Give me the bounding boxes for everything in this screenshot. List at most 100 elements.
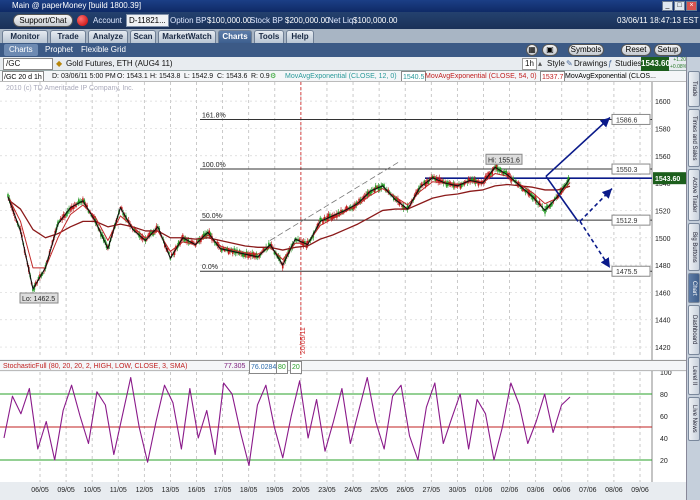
close-button[interactable]: ×	[686, 1, 697, 11]
stock-bp-value: $200,000.00	[285, 16, 330, 25]
drawings-icon: ✎	[566, 59, 573, 68]
y-tick-label: 1500	[655, 236, 671, 243]
window-title-bar: Main @ paperMoney [build 1800.39] _ □ ×	[0, 0, 700, 12]
chart-header: /GC 20 d 1h	[2, 71, 44, 81]
x-tick-label: 08/06	[605, 487, 623, 494]
subtab-charts[interactable]: Charts	[4, 44, 38, 56]
x-tick-label: 26/05	[396, 487, 414, 494]
x-tick-label: 10/05	[83, 487, 101, 494]
stoch-tick-label: 100	[660, 370, 672, 377]
sidebar-tab-chart[interactable]: Chart	[688, 273, 700, 303]
x-tick-label: 20/05	[292, 487, 310, 494]
study-ema12-value: 1540.5	[401, 71, 427, 81]
tab-tools[interactable]: Tools	[254, 30, 284, 43]
maximize-button[interactable]: □	[674, 1, 685, 11]
main-tab-bar: Monitor Trade Analyze Scan MarketWatch C…	[0, 29, 700, 43]
instrument-description: Gold Futures, ETH (AUG4 11)	[66, 59, 173, 68]
sidebar-tab-dashboard[interactable]: Dashboard	[688, 305, 700, 355]
x-tick-label: 17/05	[214, 487, 232, 494]
y-tick-label: 1580	[655, 126, 671, 133]
net-liq-label: Net Liq	[328, 16, 354, 25]
x-tick-label: 12/05	[136, 487, 154, 494]
y-tick-label: 1560	[655, 154, 671, 161]
account-select[interactable]: D-11821...	[126, 14, 169, 27]
reset-button[interactable]: Reset	[621, 44, 651, 56]
drawings-menu[interactable]: Drawings	[574, 58, 607, 70]
study-ema12-label[interactable]: MovAvgExponential (CLOSE, 12, 0)	[285, 71, 397, 81]
y-tick-label: 1460	[655, 290, 671, 297]
study-ema-more-label[interactable]: MovAvgExponential (CLOS...	[565, 71, 656, 81]
current-price-tag-text: 1543.60	[655, 176, 680, 183]
symbols-button[interactable]: Symbols	[568, 44, 604, 56]
tab-trade[interactable]: Trade	[50, 30, 86, 43]
subtab-prophet[interactable]: Prophet	[40, 44, 78, 56]
sidebar-tab-times-and-sales[interactable]: Times and Sales	[688, 109, 700, 167]
sidebar-tab-active-trader[interactable]: Active Trader	[688, 169, 700, 221]
studies-icon: ƒ	[608, 59, 613, 68]
high-label-text: Hi: 1551.6	[488, 157, 520, 164]
x-tick-label: 19/05	[266, 487, 284, 494]
chart-type-icon[interactable]: ▴	[538, 58, 542, 70]
tab-marketwatch[interactable]: MarketWatch	[158, 30, 216, 43]
fib-level-label: 0.0%	[202, 264, 218, 271]
price-change: +1.20 +0.08%	[670, 57, 687, 71]
x-tick-label: 09/05	[57, 487, 75, 494]
right-sidebar: Trade Times and Sales Active Trader Big …	[686, 57, 700, 500]
support-chat-button[interactable]: Support/Chat	[13, 14, 73, 27]
setup-button[interactable]: Setup	[654, 44, 682, 56]
sidebar-tab-big-buttons[interactable]: Big Buttons	[688, 223, 700, 271]
x-tick-label: 25/05	[370, 487, 388, 494]
price-change-abs: +1.20	[673, 57, 686, 63]
tab-help[interactable]: Help	[286, 30, 314, 43]
copyright-text: 2010 (c) TD Ameritrade IP Company, Inc.	[6, 85, 134, 92]
price-chart[interactable]: 2010 (c) TD Ameritrade IP Company, Inc. …	[0, 82, 686, 500]
camera-icon[interactable]: ▣	[542, 44, 558, 56]
minimize-button[interactable]: _	[662, 1, 673, 11]
x-tick-label: 30/05	[449, 487, 467, 494]
fib-level-label: 50.0%	[202, 213, 222, 220]
grid-layout-icon[interactable]: ▦	[526, 44, 538, 56]
stoch-tick-label: 40	[660, 436, 668, 443]
fib-price-tag: 1512.9	[611, 214, 651, 226]
stochastic-legend: StochasticFull (80, 20, 20, 2, HIGH, LOW…	[0, 360, 686, 374]
x-tick-label: 16/05	[188, 487, 206, 494]
y-tick-label: 1420	[655, 345, 671, 352]
chart-toolbar: /GC ◆ Gold Futures, ETH (AUG4 11) 1h ▴ S…	[0, 57, 687, 71]
x-tick-label: 23/05	[318, 487, 336, 494]
tab-monitor[interactable]: Monitor	[2, 30, 48, 43]
y-tick-label: 1440	[655, 318, 671, 325]
ohlc-date: D: 03/06/11 5:00 PM	[52, 73, 116, 80]
x-tick-label: 11/05	[110, 487, 127, 494]
study-ema54-value: 1537.7	[540, 71, 566, 81]
timeframe-select[interactable]: 1h	[522, 58, 537, 70]
fib-price-tag-text: 1475.5	[616, 269, 638, 276]
symbol-input[interactable]: /GC	[3, 58, 53, 70]
study-legend-bar: /GC 20 d 1h D: 03/06/11 5:00 PM O: 1543.…	[0, 71, 686, 82]
study-ema54-label[interactable]: MovAvgExponential (CLOSE, 54, 0)	[425, 71, 537, 81]
sidebar-tab-live-news[interactable]: Live News	[688, 397, 700, 441]
candle-body	[227, 249, 230, 254]
stoch-k-value: 77.305	[224, 363, 246, 370]
tab-charts[interactable]: Charts	[218, 30, 252, 43]
fib-level-label: 100.0%	[202, 162, 226, 169]
stoch-study-label[interactable]: StochasticFull (80, 20, 20, 2, HIGH, LOW…	[3, 361, 187, 372]
x-tick-label: 13/05	[162, 487, 180, 494]
subtab-flexible-grid[interactable]: Flexible Grid	[76, 44, 131, 56]
studies-menu[interactable]: Studies	[615, 58, 642, 70]
record-icon[interactable]	[77, 15, 88, 26]
sidebar-tab-level-ii[interactable]: Level II	[688, 357, 700, 395]
x-tick-label: 18/05	[240, 487, 258, 494]
style-menu[interactable]: Style	[547, 58, 565, 70]
stoch-ob-value: 80	[276, 361, 288, 374]
candle-body	[445, 181, 448, 187]
sidebar-tab-trade[interactable]: Trade	[688, 71, 700, 107]
sub-tab-bar: Charts Prophet Flexible Grid ▦ ▣ Symbols…	[0, 43, 700, 57]
tab-analyze[interactable]: Analyze	[88, 30, 128, 43]
x-tick-label: 03/06	[527, 487, 545, 494]
high-label: Hi: 1551.6	[485, 153, 523, 165]
x-tick-label: 01/06	[475, 487, 493, 494]
y-tick-label: 1600	[655, 99, 671, 106]
ohlc-open: O: 1543.1	[117, 73, 148, 80]
tab-scan[interactable]: Scan	[130, 30, 156, 43]
study-ema12-icon: ⚙	[270, 73, 277, 80]
